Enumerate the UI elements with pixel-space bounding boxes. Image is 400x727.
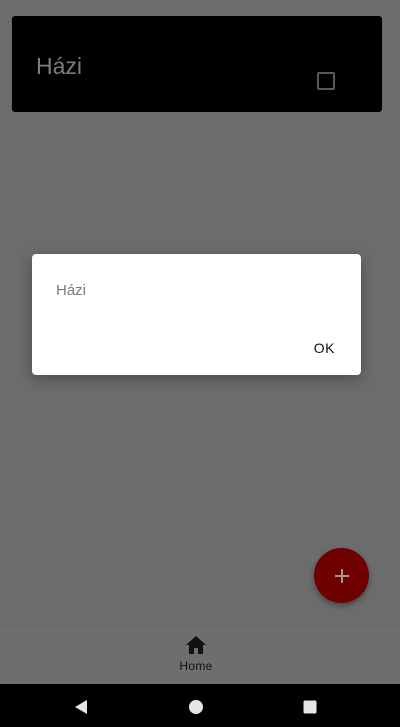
back-triangle-icon xyxy=(75,700,87,714)
app-screen: Házi Home Házi OK xyxy=(0,0,400,727)
home-icon xyxy=(186,636,206,654)
bottom-navigation: Home xyxy=(0,626,400,684)
home-button[interactable] xyxy=(187,698,205,716)
back-button[interactable] xyxy=(72,698,90,716)
ok-button[interactable]: OK xyxy=(306,336,343,360)
add-task-button[interactable] xyxy=(314,548,369,603)
task-title: Házi xyxy=(36,53,83,79)
system-navigation-bar xyxy=(0,684,400,727)
home-circle-icon xyxy=(189,700,203,714)
alert-dialog: Házi OK xyxy=(32,254,361,375)
recents-square-icon xyxy=(303,700,317,714)
nav-item-home-label: Home xyxy=(179,659,213,673)
recents-button[interactable] xyxy=(301,698,319,716)
dialog-message: Házi xyxy=(56,282,87,299)
plus-icon xyxy=(334,568,349,583)
task-card[interactable]: Házi xyxy=(12,16,382,112)
task-checkbox[interactable] xyxy=(317,72,335,90)
nav-item-home[interactable]: Home xyxy=(170,635,222,681)
